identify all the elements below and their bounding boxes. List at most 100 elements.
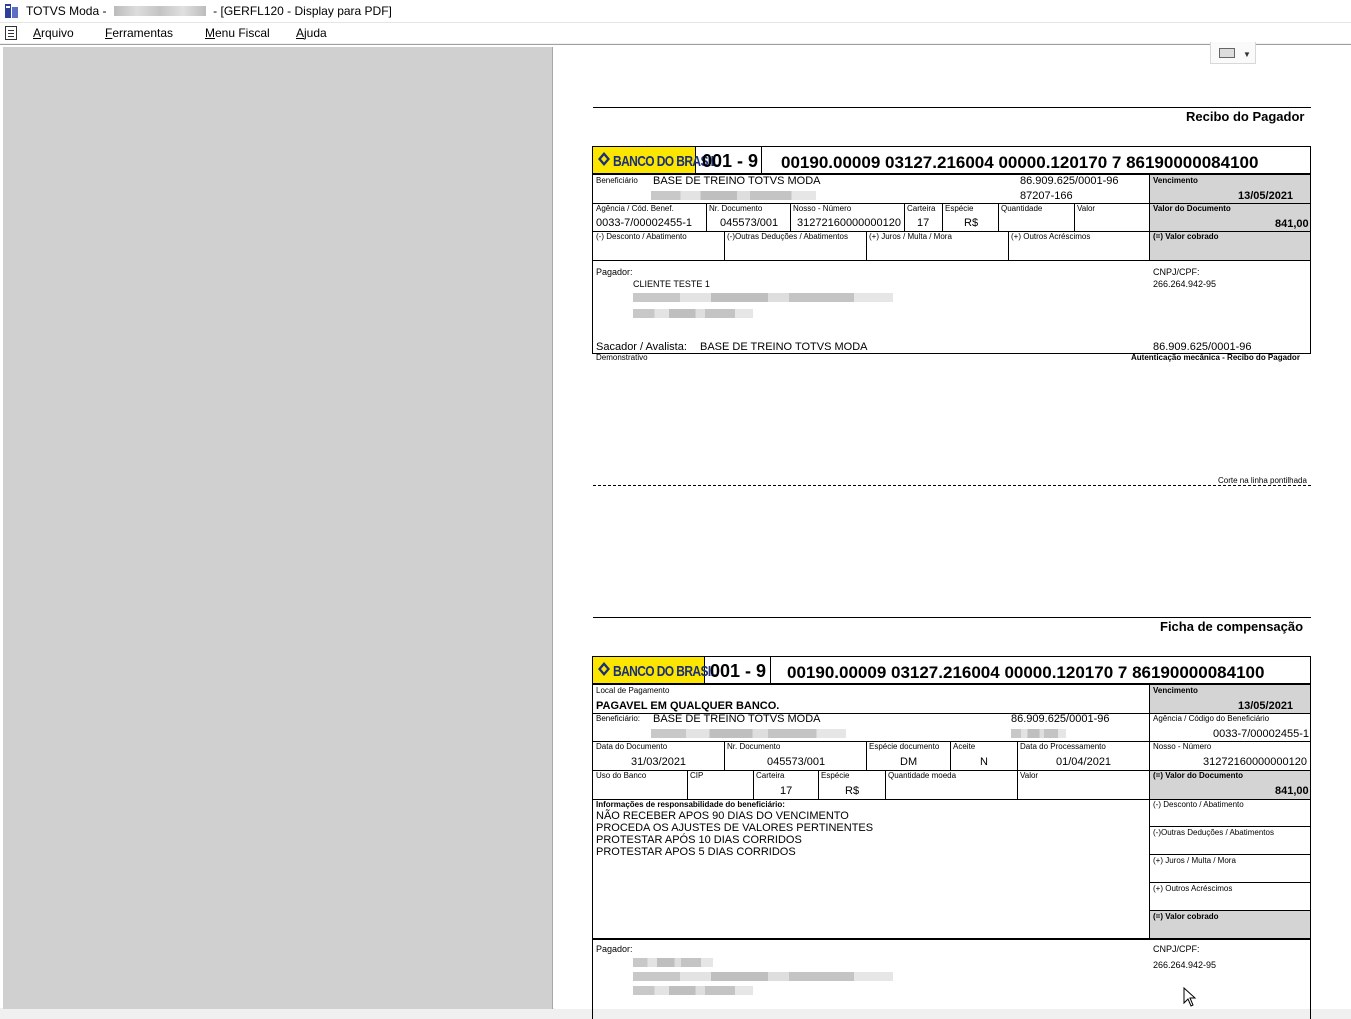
data-documento-label: Data do Documento	[596, 742, 668, 751]
ficha-cnpj-value: 266.264.942-95	[1153, 960, 1217, 970]
vencimento-value: 13/05/2021	[1238, 190, 1294, 202]
demonstrativo-label: Demonstrativo	[596, 353, 648, 362]
redacted-ficha-pagador-address	[633, 972, 893, 981]
chevron-down-icon: ▼	[1243, 50, 1251, 59]
ficha-pagador-section: Pagador: CNPJ/CPF: 266.264.942-95	[592, 939, 1311, 1019]
redacted-ficha-cep	[1011, 729, 1066, 738]
beneficiario-label: Beneficiário	[596, 176, 638, 185]
viewer-background	[3, 47, 553, 1009]
redacted-ficha-address	[651, 729, 846, 738]
ficha-outras-deducoes-label: (-)Outras Deduções / Abatimentos	[1153, 828, 1274, 837]
receipt-header: BANCO DO BRASIL 001 - 9 00190.00009 0312…	[592, 146, 1311, 174]
especie-value: R$	[964, 217, 979, 229]
ficha-nosso-numero-value: 31272160000000120	[1203, 756, 1308, 768]
especie-label: Espécie	[945, 204, 974, 213]
carteira-label: Carteira	[907, 204, 936, 213]
ficha-carteira-label: Carteira	[756, 771, 785, 780]
ficha-vencimento-label: Vencimento	[1153, 686, 1198, 695]
especie-documento-value: DM	[900, 756, 918, 768]
agencia-label: Agência / Cód. Benef.	[596, 204, 674, 213]
ficha-desconto-label: (-) Desconto / Abatimento	[1153, 800, 1244, 809]
ficha-vencimento-value: 13/05/2021	[1238, 700, 1294, 712]
mouse-cursor-icon	[1183, 987, 1197, 1007]
ficha-title: Ficha de compensação	[1160, 619, 1304, 634]
nosso-numero-label: Nosso - Número	[793, 204, 852, 213]
ficha-especie-value: R$	[845, 785, 860, 797]
valor-label: Valor	[1077, 204, 1096, 213]
ficha-agencia-label: Agência / Código do Beneficiário	[1153, 714, 1270, 723]
carteira-value: 17	[917, 217, 930, 229]
bank-logo: BANCO DO BRASIL	[593, 147, 718, 173]
aceite-label: Aceite	[953, 742, 976, 751]
receipt-body: Beneficiário BASE DE TREINO TOTVS MODA 8…	[592, 174, 1311, 354]
redacted-pagador-address	[633, 293, 893, 302]
quantidade-label: Quantidade	[1001, 204, 1043, 213]
keyboard-toggle-button[interactable]: ▼	[1210, 42, 1256, 64]
app-icon	[5, 4, 18, 18]
ficha-bank-code: 001 - 9	[710, 661, 767, 681]
ficha-carteira-value: 17	[780, 785, 793, 797]
especie-documento-label: Espécie documento	[869, 742, 940, 751]
ficha-agencia-value: 0033-7/00002455-1	[1213, 728, 1310, 740]
info-line: NÃO RECEBER APOS 90 DIAS DO VENCIMENTO	[596, 810, 849, 822]
document-menu-icon[interactable]	[5, 26, 17, 40]
info-line: PROCEDA OS AJUSTES DE VALORES PERTINENTE…	[596, 822, 874, 834]
keyboard-icon	[1219, 48, 1235, 58]
menu-ajuda[interactable]: Ajuda	[296, 26, 327, 40]
corte-label: Corte na linha pontilhada	[1218, 476, 1307, 485]
quantidade-moeda-label: Quantidade moeda	[888, 771, 957, 780]
bank-code: 001 - 9	[702, 151, 759, 171]
local-pagamento-label: Local de Pagamento	[596, 686, 670, 695]
acrescimos-label: (+) Outros Acréscimos	[1011, 232, 1091, 241]
menu-menu-fiscal[interactable]: Menu Fiscal	[205, 26, 270, 40]
local-pagamento-value: PAGAVEL EM QUALQUER BANCO.	[596, 700, 780, 712]
autenticacao-label: Autenticação mecânica - Recibo do Pagado…	[1131, 353, 1300, 362]
ficha-valor-cobrado-label: (=) Valor cobrado	[1153, 912, 1219, 921]
nr-documento-value: 045573/001	[720, 217, 779, 229]
window-title: TOTVS Moda - - [GERFL120 - Display para …	[26, 4, 392, 18]
ficha-bank-logo: BANCO DO BRASIL	[593, 657, 718, 683]
valor-documento-label: Valor do Documento	[1153, 204, 1231, 213]
window-title-prefix: TOTVS Moda -	[26, 4, 107, 18]
redacted-ficha-pagador-city	[633, 986, 753, 995]
bank-logo-icon	[598, 152, 610, 166]
receipt-top-rule	[593, 107, 1311, 108]
vencimento-label: Vencimento	[1153, 176, 1198, 185]
ficha-beneficiario-cnpj: 86.909.625/0001-96	[1011, 713, 1110, 725]
sacador-label: Sacador / Avalista:	[596, 341, 687, 353]
redacted-ficha-pagador-name	[633, 958, 713, 967]
ficha-acrescimos-label: (+) Outros Acréscimos	[1153, 884, 1233, 893]
aceite-value: N	[980, 756, 988, 768]
pagador-value: CLIENTE TESTE 1	[633, 279, 710, 289]
nr-documento-label: Nr. Documento	[709, 204, 763, 213]
ficha-bank-logo-icon	[598, 662, 610, 676]
ficha-nosso-numero-label: Nosso - Número	[1153, 742, 1212, 751]
uso-banco-label: Uso do Banco	[596, 771, 647, 780]
outras-deducoes-label: (-)Outras Deduções / Abatimentos	[727, 232, 848, 241]
data-processamento-value: 01/04/2021	[1056, 756, 1112, 768]
ficha-valor-documento-label: (=) Valor do Documento	[1153, 771, 1244, 780]
cnpj-value: 266.264.942-95	[1153, 279, 1217, 289]
ficha-nr-documento-value: 045573/001	[767, 756, 826, 768]
sacador-value: BASE DE TREINO TOTVS MODA	[700, 341, 868, 353]
beneficiario-cnpj: 86.909.625/0001-96	[1020, 175, 1119, 187]
ficha-beneficiario-value: BASE DE TREINO TOTVS MODA	[653, 713, 821, 725]
ficha-especie-label: Espécie	[821, 771, 850, 780]
info-line: PROTESTAR APOS 5 DIAS CORRIDOS	[596, 846, 796, 858]
menu-ferramentas[interactable]: Ferramentas	[105, 26, 173, 40]
cut-line	[593, 485, 1311, 486]
pdf-viewer[interactable]: ▼ Recibo do Pagador BANCO DO BRASIL 001 …	[0, 42, 1351, 1019]
title-bar: TOTVS Moda - - [GERFL120 - Display para …	[0, 0, 1351, 23]
menu-arquivo[interactable]: Arquivo	[33, 26, 74, 40]
menu-bar: Arquivo Ferramentas Menu Fiscal Ajuda	[0, 23, 1351, 43]
digitable-line: 00190.00009 03127.216004 00000.120170 7 …	[781, 153, 1259, 172]
data-documento-value: 31/03/2021	[631, 756, 687, 768]
informacoes-label: Informações de responsabilidade do benef…	[596, 800, 785, 809]
sacador-cnpj: 86.909.625/0001-96	[1153, 341, 1252, 353]
cip-label: CIP	[690, 771, 704, 780]
ficha-digitable-line: 00190.00009 03127.216004 00000.120170 7 …	[787, 663, 1265, 682]
pdf-page[interactable]: ▼ Recibo do Pagador BANCO DO BRASIL 001 …	[555, 42, 1351, 1019]
nosso-numero-value: 31272160000000120	[797, 217, 902, 229]
juros-label: (+) Juros / Multa / Mora	[869, 232, 952, 241]
desconto-label: (-) Desconto / Abatimento	[596, 232, 687, 241]
